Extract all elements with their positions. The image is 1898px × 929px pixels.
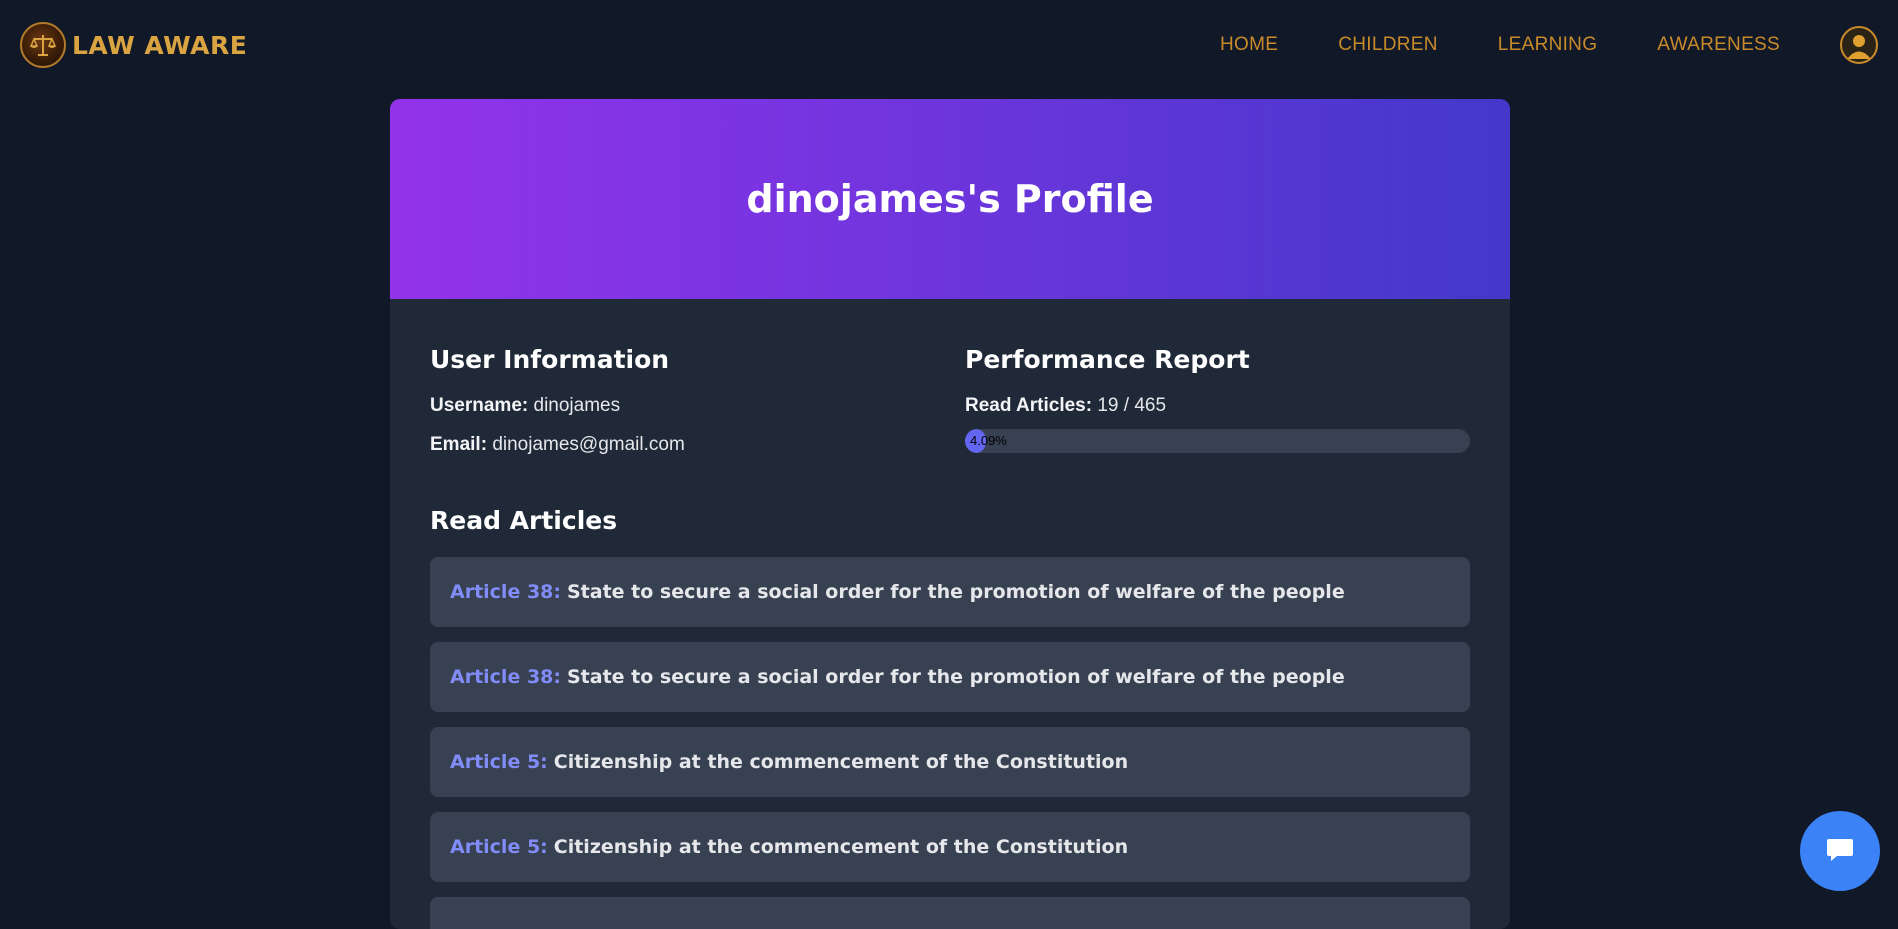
email-row: Email: dinojames@gmail.com [430, 434, 965, 456]
nav-links: HOME CHILDREN LEARNING AWARENESS [1220, 26, 1878, 64]
read-articles-list: Article 38: State to secure a social ord… [430, 557, 1470, 929]
nav-link-awareness[interactable]: AWARENESS [1657, 34, 1780, 56]
profile-header: dinojames's Profile [390, 99, 1510, 299]
list-item[interactable]: Article 38: State to secure a social ord… [430, 642, 1470, 712]
username-value: dinojames [533, 395, 621, 416]
list-item[interactable]: Article 5: Citizenship at the commenceme… [430, 727, 1470, 797]
user-info-heading: User Information [430, 345, 670, 374]
profile-body: User Information Username: dinojames Ema… [390, 345, 1510, 929]
read-count-row: Read Articles: 19 / 465 [965, 395, 1470, 417]
list-item[interactable]: Article 5: Citizenship at the commenceme… [430, 812, 1470, 882]
read-count-value: 19 / 465 [1097, 395, 1167, 416]
email-value: dinojames@gmail.com [492, 434, 685, 455]
progress-text: 4.09% [970, 433, 1007, 448]
article-title: Citizenship at the commencement of the C… [553, 836, 1129, 858]
nav-link-children[interactable]: CHILDREN [1338, 34, 1438, 56]
nav-link-learning[interactable]: LEARNING [1498, 34, 1598, 56]
article-number: Article 5: [450, 836, 548, 858]
article-title: State to secure a social order for the p… [567, 581, 1345, 603]
article-number: Article 38: [450, 581, 561, 603]
nav-link-home[interactable]: HOME [1220, 34, 1278, 56]
email-label: Email: [430, 434, 488, 455]
read-articles-heading: Read Articles [430, 506, 618, 535]
username-label: Username: [430, 395, 529, 416]
performance-heading: Performance Report [965, 345, 1250, 374]
scales-of-justice-icon [20, 22, 66, 68]
article-title: State to secure a social order for the p… [567, 666, 1345, 688]
article-title: Citizenship at the commencement of the C… [553, 751, 1129, 773]
performance-section: Performance Report Read Articles: 19 / 4… [965, 345, 1470, 456]
page-title: dinojames's Profile [746, 177, 1154, 221]
chat-button[interactable] [1800, 811, 1880, 891]
list-item[interactable]: Article 38: State to secure a social ord… [430, 557, 1470, 627]
user-avatar-icon[interactable] [1840, 26, 1878, 64]
article-number: Article 5: [450, 751, 548, 773]
info-columns: User Information Username: dinojames Ema… [430, 345, 1470, 456]
brand-name: LAW AWARE [72, 30, 248, 60]
top-navbar: LAW AWARE HOME CHILDREN LEARNING AWARENE… [0, 0, 1898, 90]
brand[interactable]: LAW AWARE [20, 22, 247, 68]
article-number: Article 38: [450, 666, 561, 688]
progress-bar: 4.09% [965, 429, 1470, 453]
user-info-section: User Information Username: dinojames Ema… [430, 345, 965, 456]
read-count-label: Read Articles: [965, 395, 1093, 416]
chat-bubble-icon [1825, 834, 1855, 869]
username-row: Username: dinojames [430, 395, 965, 417]
list-item[interactable] [430, 897, 1470, 929]
profile-card: dinojames's Profile User Information Use… [390, 99, 1510, 929]
